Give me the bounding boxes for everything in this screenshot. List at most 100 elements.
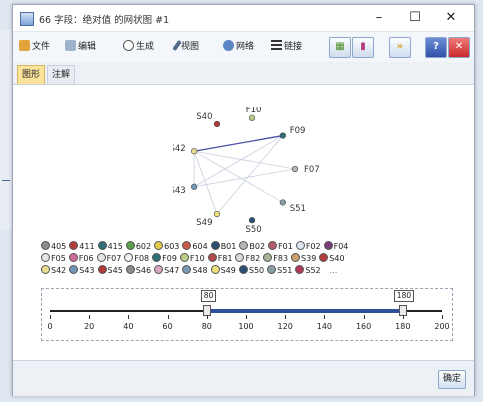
close-button[interactable]: ✕: [437, 9, 465, 27]
background-window-edge: [0, 30, 12, 230]
legend-swatch: [154, 265, 164, 274]
slider-tick-label: 20: [84, 322, 95, 331]
legend-swatch: [179, 253, 189, 262]
legend-item-s42: S42: [41, 265, 66, 277]
view-tabs: 图形 注解: [13, 62, 474, 85]
ok-button[interactable]: 确定: [437, 370, 466, 389]
legend-label: F01: [278, 242, 293, 251]
legend-item-415: 415: [97, 241, 123, 253]
legend-label: S51: [277, 266, 293, 275]
graph-node-s49[interactable]: [213, 210, 221, 218]
slider-tick-label: 40: [123, 322, 134, 331]
legend-swatch: [154, 241, 164, 250]
graph-node-f07[interactable]: [291, 165, 299, 173]
graph-node-label-f10: F10: [246, 107, 262, 115]
legend-item-f83: F83: [263, 253, 288, 265]
graph-node-f10[interactable]: [248, 114, 256, 121]
next-button[interactable]: »: [389, 37, 411, 58]
legend-item-411: 411: [69, 241, 95, 253]
legend-row: 405 411 415 602 603 604 B01 B02 F01 F02 F04: [41, 241, 451, 253]
links-menu[interactable]: 链接: [271, 39, 302, 55]
legend-swatch: [97, 241, 107, 250]
legend-swatch: [182, 241, 192, 250]
legend-item-f09: F09: [152, 253, 177, 265]
toolbar-close-button[interactable]: ✕: [448, 37, 470, 58]
graph-node-label-f07: F07: [304, 165, 320, 175]
minimize-button[interactable]: –: [365, 9, 393, 27]
legend-swatch: [96, 253, 106, 262]
slider-tick-label: 200: [434, 322, 450, 331]
slider-tick-mark: [363, 315, 365, 319]
legend-label: F04: [333, 242, 349, 251]
legend-item-f06: F06: [68, 253, 94, 265]
generate-icon: [123, 40, 134, 51]
slider-tick-mark: [324, 315, 326, 319]
legend-item-s48: S48: [182, 265, 208, 277]
graph-node-label-s49: S49: [196, 218, 212, 228]
graph-node-s50[interactable]: [248, 217, 256, 224]
legend-swatch: [235, 253, 245, 262]
view-menu[interactable]: 视图: [172, 39, 200, 55]
tab-annotation[interactable]: 注解: [47, 65, 76, 84]
legend-item-s39: S39: [291, 253, 316, 265]
background-window-marker: [2, 180, 10, 181]
network-icon: [223, 40, 234, 51]
slider-tick-label: 60: [162, 322, 173, 331]
slider-tick-mark: [50, 315, 51, 319]
web-graph: F10 F09 F07 S51 S50 S49 S43 S42 S40: [173, 107, 320, 235]
legend-label: S40: [329, 254, 345, 263]
graph-node-s51[interactable]: [279, 199, 286, 206]
legend-label: 602: [135, 242, 152, 251]
style-tool-button[interactable]: ▮: [352, 37, 374, 58]
edit-menu[interactable]: 编辑: [65, 39, 96, 55]
file-menu-label: 文件: [32, 42, 51, 52]
legend-label: F06: [78, 254, 94, 263]
legend-label: S46: [135, 266, 152, 275]
legend-swatch: [182, 265, 192, 274]
legend-swatch: [210, 265, 220, 274]
legend-swatch: [267, 265, 277, 274]
legend-label: F08: [134, 254, 150, 263]
node-legend: 405 411 415 602 603 604 B01 B02 F01 F02 F04 F05 F06 F…: [41, 241, 451, 277]
graph-node-f09[interactable]: [279, 132, 286, 139]
legend-label: F09: [162, 254, 177, 263]
legend-item-602: 602: [125, 241, 152, 253]
graph-node-s42[interactable]: [191, 148, 198, 155]
folder-icon: [19, 40, 30, 51]
legend-item-b01: B01: [210, 241, 236, 253]
generate-menu[interactable]: 生成: [123, 39, 154, 55]
help-button[interactable]: ?: [425, 37, 447, 58]
graph-panel: F10F09F07S51S50S49S43S42S40 405411415602…: [13, 85, 474, 359]
chart-icon: ▦: [335, 41, 345, 52]
lines-icon: [271, 40, 282, 51]
maximize-button[interactable]: ☐: [401, 9, 429, 27]
legend-item-s49: S49: [210, 265, 236, 277]
link-strength-slider[interactable]: 80 180 0 20 40 60 80 100 120 140 160 180 200: [41, 288, 453, 341]
legend-item-604: 604: [182, 241, 208, 253]
legend-item-f10: F10: [179, 253, 205, 265]
legend-item-f08: F08: [124, 253, 149, 265]
legend-label: 604: [192, 242, 208, 251]
graph-node-s40[interactable]: [213, 120, 221, 128]
graph-node-s43[interactable]: [191, 183, 198, 190]
legend-item-f07: F07: [96, 253, 121, 265]
slider-tick-mark: [206, 315, 208, 319]
chart-tool-button[interactable]: ▦: [329, 37, 351, 58]
legend-label: F81: [217, 254, 233, 263]
legend-label: 405: [51, 242, 67, 251]
network-menu[interactable]: 网络: [223, 39, 254, 55]
slider-tick-label: 80: [201, 322, 212, 331]
file-menu[interactable]: 文件: [19, 39, 50, 55]
legend-swatch: [295, 241, 305, 250]
title-bar[interactable]: 66 字段：绝对值 的网状图 #1 – ☐ ✕: [13, 5, 474, 31]
slider-high-value: 180: [393, 290, 415, 302]
legend-swatch: [238, 265, 248, 274]
legend-swatch: [68, 253, 78, 262]
legend-item-f82: F82: [235, 253, 260, 265]
view-menu-label: 视图: [181, 42, 200, 52]
legend-item-f01: F01: [268, 241, 293, 253]
tab-graph[interactable]: 图形: [17, 65, 46, 84]
legend-item-s45: S45: [97, 265, 123, 277]
legend-swatch: [210, 241, 220, 250]
edit-icon: [65, 40, 76, 51]
